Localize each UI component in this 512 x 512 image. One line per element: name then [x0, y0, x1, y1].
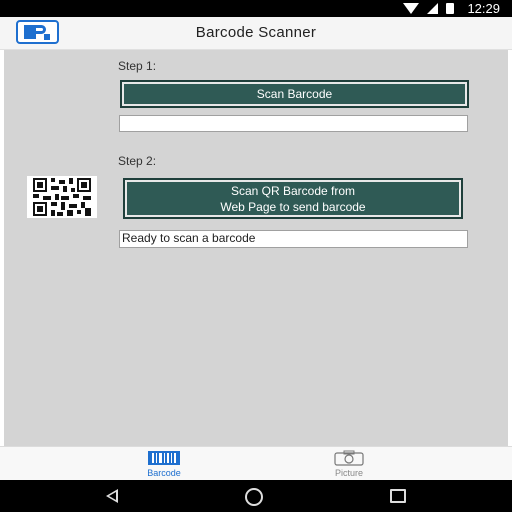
status-icons [403, 3, 454, 14]
recent-apps-icon[interactable] [390, 489, 406, 503]
barcode-result-field[interactable] [119, 115, 468, 132]
step2-label: Step 2: [118, 154, 157, 168]
status-time: 12:29 [467, 1, 500, 16]
camera-icon [334, 450, 364, 466]
barcode-icon [148, 451, 180, 465]
step1-label: Step 1: [118, 59, 157, 73]
system-navigation-bar [0, 480, 512, 512]
main-content: Step 1: Scan Barcode Step 2: Scan QR Bar… [4, 50, 508, 446]
scan-qr-barcode-button[interactable]: Scan QR Barcode from Web Page to send ba… [123, 178, 463, 219]
scan-barcode-button[interactable]: Scan Barcode [120, 80, 469, 108]
tab-picture-label: Picture [334, 468, 363, 478]
tab-barcode-label: Barcode [147, 468, 181, 478]
qr-code-icon [27, 176, 97, 218]
wifi-icon [403, 3, 419, 14]
tab-picture[interactable]: Picture [304, 447, 394, 481]
scan-qr-button-line1: Scan QR Barcode from [230, 183, 356, 198]
bottom-navigation: Barcode Picture [0, 446, 512, 480]
back-icon[interactable] [106, 489, 118, 503]
battery-icon [446, 3, 454, 14]
signal-icon [427, 3, 438, 14]
scan-status-field[interactable]: Ready to scan a barcode [119, 230, 468, 248]
app-title: Barcode Scanner [195, 24, 317, 41]
app-bar: Barcode Scanner [0, 17, 512, 50]
status-bar: 12:29 [0, 0, 512, 17]
home-icon[interactable] [245, 488, 263, 506]
scan-qr-button-line2: Web Page to send barcode [220, 199, 366, 214]
tab-barcode[interactable]: Barcode [119, 447, 209, 481]
